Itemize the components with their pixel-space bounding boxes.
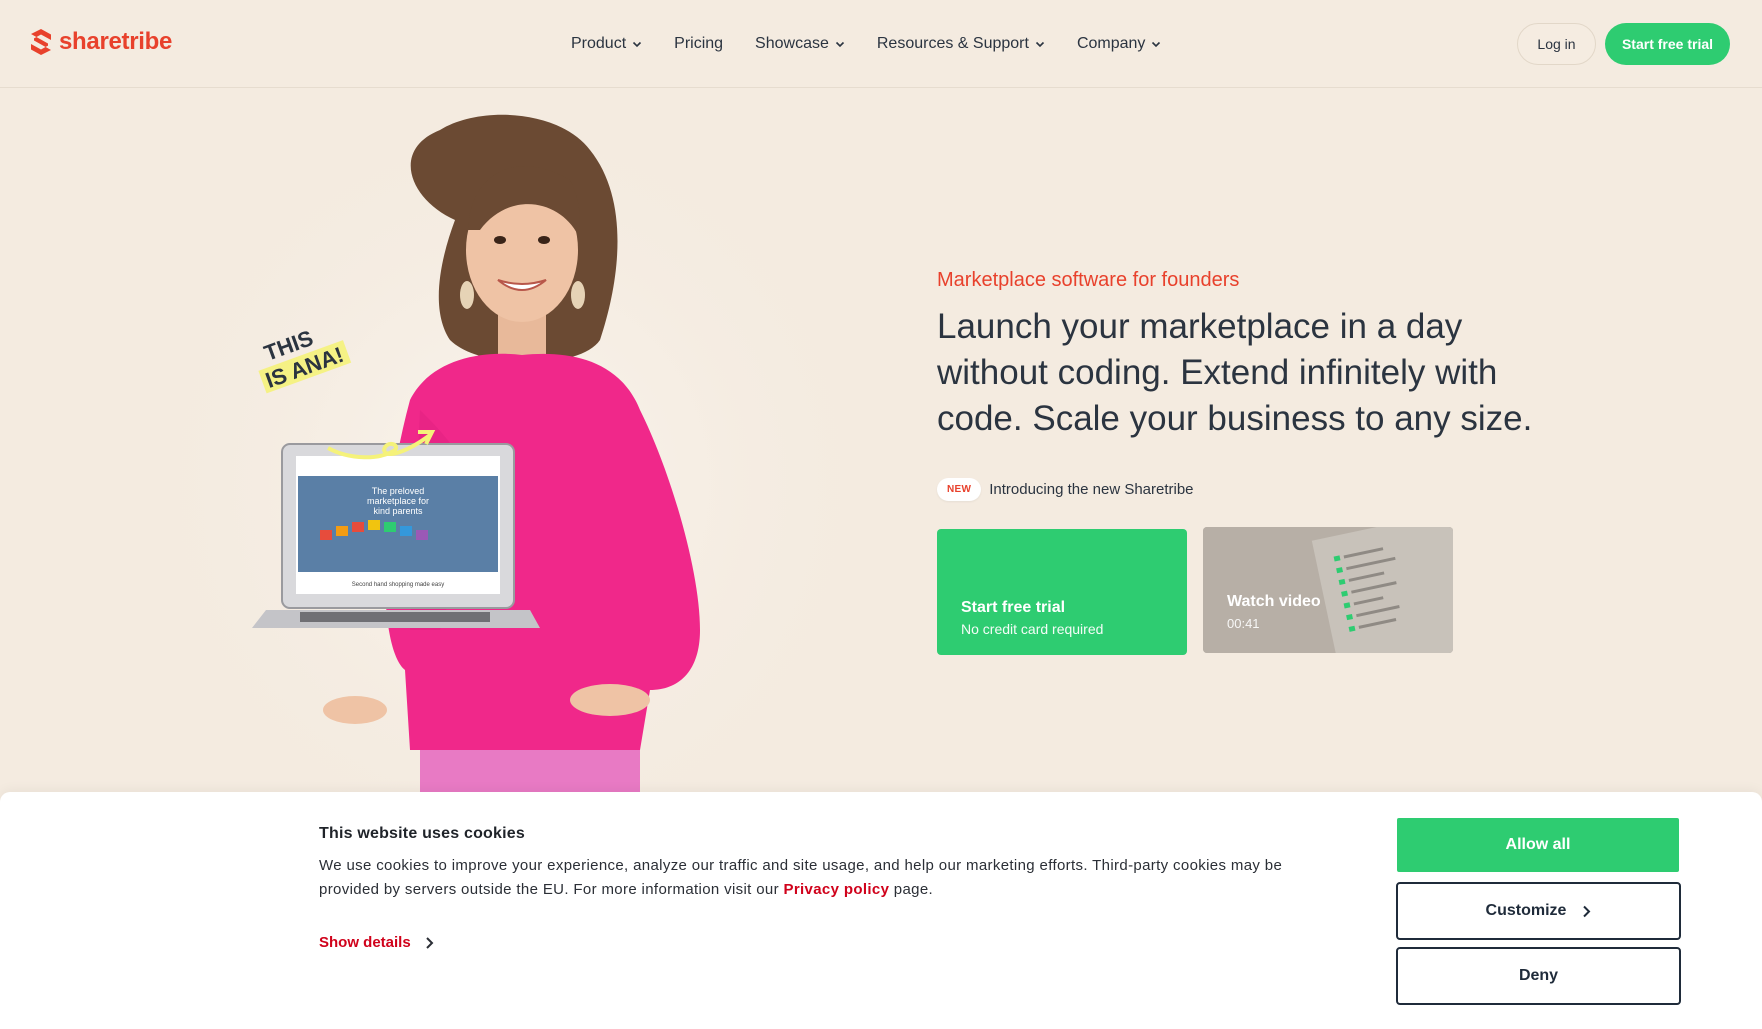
deny-button[interactable]: Deny bbox=[1396, 947, 1681, 1005]
hero-photo-ana: The preloved marketplace for kind parent… bbox=[180, 110, 840, 792]
sharetribe-logo-icon bbox=[31, 29, 51, 55]
nav-showcase-label: Showcase bbox=[755, 35, 829, 52]
privacy-policy-link[interactable]: Privacy policy bbox=[783, 881, 889, 898]
cta-subtitle: No credit card required bbox=[961, 621, 1104, 637]
nav-pricing[interactable]: Pricing bbox=[674, 30, 723, 58]
allow-all-button[interactable]: Allow all bbox=[1397, 818, 1679, 872]
customize-label: Customize bbox=[1485, 902, 1567, 919]
nav-resources[interactable]: Resources & Support bbox=[877, 30, 1045, 58]
chevron-down-icon bbox=[633, 41, 642, 48]
start-trial-cta[interactable]: Start free trial No credit card required bbox=[937, 529, 1187, 655]
nav-company[interactable]: Company bbox=[1077, 30, 1161, 58]
nav-resources-label: Resources & Support bbox=[876, 35, 1029, 52]
laptop-footer-text: Second hand shopping made easy bbox=[352, 582, 444, 588]
hero-headline: Launch your marketplace in a day without… bbox=[937, 307, 1533, 438]
laptop-heading-2: marketplace for bbox=[367, 496, 429, 506]
video-thumbnail bbox=[1203, 527, 1453, 653]
cookie-description: We use cookies to improve your experienc… bbox=[319, 854, 1319, 902]
chevron-down-icon bbox=[1035, 41, 1045, 48]
announcement-text: Introducing the new Sharetribe bbox=[989, 481, 1194, 498]
laptop-heading-3: kind parents bbox=[373, 506, 423, 516]
sharetribe-logo[interactable]: sharetribe bbox=[30, 28, 172, 56]
nav-product[interactable]: Product bbox=[571, 30, 642, 58]
video-text: Watch video 00:41 bbox=[1227, 593, 1321, 631]
show-details-link[interactable]: Show details bbox=[319, 934, 434, 951]
nav-company-label: Company bbox=[1076, 35, 1146, 52]
announcement-link[interactable]: NEW Introducing the new Sharetribe bbox=[937, 478, 1194, 501]
laptop-heading-1: The preloved bbox=[372, 486, 425, 496]
chevron-right-icon bbox=[1583, 905, 1591, 917]
nav-showcase[interactable]: Showcase bbox=[755, 30, 845, 58]
cookie-title: This website uses cookies bbox=[319, 825, 525, 842]
video-title: Watch video bbox=[1227, 593, 1321, 610]
video-duration: 00:41 bbox=[1227, 616, 1260, 631]
hero-eyebrow: Marketplace software for founders bbox=[937, 269, 1240, 291]
chevron-down-icon bbox=[1152, 41, 1161, 48]
site-header: sharetribe Product Pricing Showcase Reso… bbox=[0, 0, 1762, 88]
chevron-right-icon bbox=[425, 936, 434, 949]
cookie-text-after: page. bbox=[889, 881, 934, 898]
customize-button[interactable]: Customize bbox=[1396, 882, 1681, 940]
main-nav: Product Pricing Showcase Resources & Sup… bbox=[571, 30, 1161, 58]
nav-product-label: Product bbox=[571, 35, 627, 52]
login-button[interactable]: Log in bbox=[1517, 23, 1596, 65]
watch-video-card[interactable]: Watch video 00:41 bbox=[1203, 527, 1453, 653]
cookie-banner: This website uses cookies We use cookies… bbox=[0, 792, 1762, 1029]
cta-title: Start free trial bbox=[961, 599, 1066, 616]
nav-pricing-label: Pricing bbox=[674, 35, 724, 52]
new-badge: NEW bbox=[937, 478, 982, 501]
show-details-label: Show details bbox=[319, 934, 411, 951]
logo-wordmark: sharetribe bbox=[59, 28, 173, 55]
chevron-down-icon bbox=[835, 41, 844, 48]
start-trial-header-button[interactable]: Start free trial bbox=[1605, 23, 1730, 65]
